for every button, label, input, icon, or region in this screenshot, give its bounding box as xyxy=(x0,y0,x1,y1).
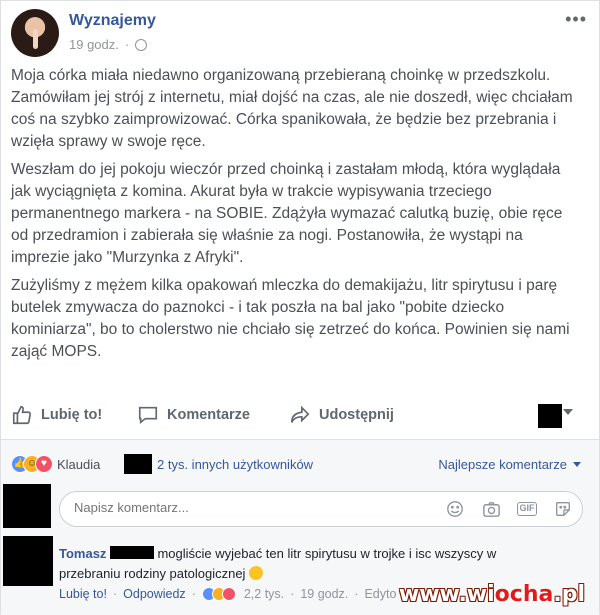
post-card: Wyznajemy 19 godz. · ••• Moja córka miał… xyxy=(0,0,600,615)
comment-reaction-count[interactable]: 2,2 tys. xyxy=(244,587,284,601)
reactors-others-link[interactable]: 2 tys. innych użytkowników xyxy=(157,457,313,472)
post-meta: 19 godz. · xyxy=(69,37,148,52)
dot-separator: · xyxy=(290,587,295,601)
emoji-icon xyxy=(249,566,264,580)
thumbs-up-icon xyxy=(12,405,32,425)
redacted-name-block xyxy=(124,454,152,474)
commenter-avatar[interactable] xyxy=(3,536,53,586)
comments-section: 👍 ☺ ♥ Klaudia 2 tys. innych użytkowników… xyxy=(1,440,599,615)
comment-label: Komentarze xyxy=(167,407,250,423)
site-watermark: www.wiocha.pl xyxy=(399,582,585,607)
reactor-name[interactable]: Klaudia xyxy=(57,457,100,472)
viewer-avatar[interactable] xyxy=(538,404,562,428)
comment-bubble-icon xyxy=(138,406,158,425)
dot-separator: · xyxy=(124,37,130,52)
chevron-down-icon[interactable] xyxy=(563,409,573,415)
reactions-summary: 👍 ☺ ♥ Klaudia 2 tys. innych użytkowników… xyxy=(11,454,581,474)
watermark-suffix: .pl xyxy=(553,582,585,607)
comment-actions: Lubię to! · Odpowiedz · 2,2 tys. · 19 go… xyxy=(59,587,396,601)
camera-icon[interactable] xyxy=(480,498,502,520)
share-button[interactable]: Udostępnij xyxy=(289,404,394,426)
post-time[interactable]: 19 godz. xyxy=(69,37,119,52)
comment-edited[interactable]: Edyto xyxy=(364,587,396,601)
post-paragraph: Moja córka miała niedawno organizowaną p… xyxy=(11,67,573,150)
comment-reactions[interactable] xyxy=(201,587,236,601)
page-name-link[interactable]: Wyznajemy xyxy=(69,12,156,30)
post-text: Moja córka miała niedawno organizowaną p… xyxy=(11,65,581,369)
comment-sort-label: Najlepsze komentarze xyxy=(438,457,567,472)
comment-sort-dropdown[interactable]: Najlepsze komentarze xyxy=(438,457,581,472)
comment-author[interactable]: Tomasz xyxy=(59,546,106,561)
emoji-icon[interactable] xyxy=(444,498,466,520)
like-button[interactable]: Lubię to! xyxy=(11,404,102,426)
sticker-icon[interactable] xyxy=(552,498,574,520)
gif-icon[interactable]: GIF xyxy=(516,498,538,520)
post-header: Wyznajemy 19 godz. · ••• xyxy=(11,9,591,57)
watermark-prefix: www.wi xyxy=(398,582,495,607)
comment-input[interactable] xyxy=(74,500,434,515)
composer-icons: GIF xyxy=(444,498,574,520)
dot-separator: · xyxy=(354,587,359,601)
post-actions: Lubię to! Komentarze Udostępnij xyxy=(1,399,599,433)
globe-icon xyxy=(135,38,148,51)
like-label: Lubię to! xyxy=(41,407,103,423)
comment-composer[interactable]: GIF xyxy=(59,491,583,527)
comment-like-link[interactable]: Lubię to! xyxy=(59,587,107,601)
comment-reply-link[interactable]: Odpowiedz xyxy=(123,587,186,601)
dot-separator: · xyxy=(112,587,118,601)
post-paragraph: Zużyliśmy z mężem kilka opakowań mleczka… xyxy=(11,277,570,360)
page-avatar[interactable] xyxy=(11,9,59,57)
redacted-name-block xyxy=(110,546,155,559)
chevron-down-icon xyxy=(573,462,581,467)
post-paragraph: Weszłam do jej pokoju wieczór przed choi… xyxy=(11,161,563,266)
comment-button[interactable]: Komentarze xyxy=(137,404,250,426)
current-user-avatar xyxy=(3,484,51,528)
dot-separator: · xyxy=(191,587,196,601)
more-options-icon[interactable]: ••• xyxy=(565,9,587,30)
share-label: Udostępnij xyxy=(319,407,394,423)
share-arrow-icon xyxy=(290,405,310,423)
love-reaction-icon xyxy=(221,587,236,601)
comment-time[interactable]: 19 godz. xyxy=(300,587,348,601)
love-reaction-icon[interactable]: ♥ xyxy=(35,455,53,473)
watermark-highlight: ocha xyxy=(494,582,554,607)
comment-body: Tomasz mogliście wyjebać ten litr spirytu… xyxy=(59,544,539,584)
